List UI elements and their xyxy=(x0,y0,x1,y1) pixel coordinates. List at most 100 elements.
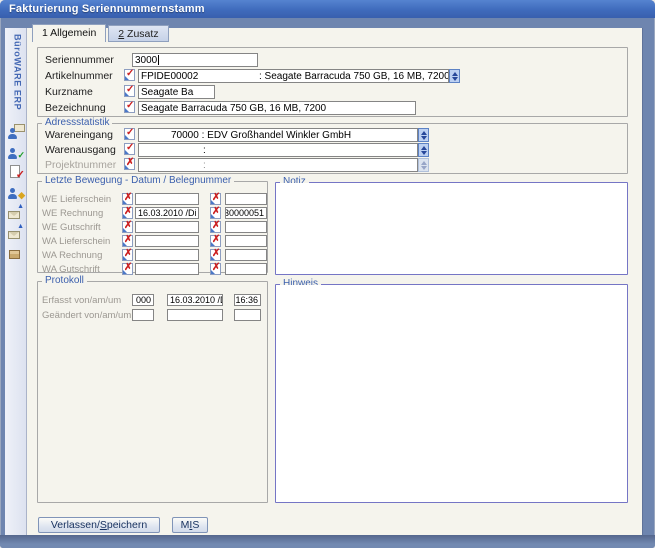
spin-up-icon xyxy=(451,71,458,76)
bezeichnung-input[interactable]: Seagate Barracuda 750 GB, 16 MB, 7200 xyxy=(138,101,416,115)
bewegung-date-field[interactable]: 16.03.2010 /Di xyxy=(135,207,199,219)
app-sidebar: BüroWARE ERP ✓ ✓ ◆ ▲ ▲ xyxy=(5,28,27,535)
kurzname-value: Seagate Ba xyxy=(141,86,194,98)
bewegung-beleg-cross-icon[interactable]: ✗ xyxy=(210,234,221,247)
bewegung-beleg-value: 30000051 xyxy=(225,208,264,218)
bewegung-date-cross-icon[interactable]: ✗ xyxy=(122,220,133,233)
bewegung-beleg-cross-icon[interactable]: ✗ xyxy=(210,206,221,219)
wareneingang-spinner[interactable] xyxy=(418,128,429,142)
mis-button[interactable]: MIS xyxy=(172,517,208,533)
erfasst-user-field[interactable]: 000 xyxy=(132,294,154,306)
button-label-part: M xyxy=(180,519,190,531)
cross-glyph: ✗ xyxy=(124,262,133,273)
spin-up-icon xyxy=(420,145,427,150)
package-icon[interactable] xyxy=(7,244,25,260)
check-glyph: ✓ xyxy=(126,84,135,95)
wareneingang-combo[interactable]: 70000 : EDV Großhandel Winkler GmbH xyxy=(138,128,418,142)
notiz-textarea[interactable] xyxy=(276,183,627,274)
person-shape xyxy=(8,128,18,139)
spin-down-icon xyxy=(451,76,458,81)
bewegung-date-cross-icon[interactable]: ✗ xyxy=(122,262,133,275)
bewegung-beleg-cross-icon[interactable]: ✗ xyxy=(210,192,221,205)
seriennummer-input[interactable]: 3000 xyxy=(132,53,258,67)
erfasst-label: Erfasst von/am/um xyxy=(42,295,122,306)
window-titlebar[interactable]: Fakturierung Seriennummernstamm xyxy=(0,0,655,18)
tab-allgemein[interactable]: 1 Allgemein xyxy=(32,24,107,42)
bewegung-date-field[interactable] xyxy=(135,249,199,261)
bewegung-row-label: WA Lieferschein xyxy=(42,236,111,247)
kurzname-check-icon[interactable]: ✓ xyxy=(124,84,135,97)
task-check-icon[interactable]: ✓ xyxy=(7,164,25,181)
bewegung-beleg-field[interactable] xyxy=(225,193,267,205)
spin-down-icon xyxy=(420,150,427,155)
cross-glyph: ✗ xyxy=(124,220,133,231)
bewegung-beleg-field[interactable]: 30000051 xyxy=(225,207,267,219)
tab-bar: 1 Allgemein 2 Zusatz xyxy=(32,24,169,42)
bewegung-date-field[interactable] xyxy=(135,263,199,275)
user-check-icon[interactable]: ✓ xyxy=(7,144,25,160)
bezeichnung-check-icon[interactable]: ✓ xyxy=(124,100,135,113)
bewegung-beleg-cross-icon[interactable]: ✗ xyxy=(210,262,221,275)
bewegung-date-field[interactable] xyxy=(135,221,199,233)
window-bottom-frame xyxy=(0,535,655,548)
artikelnummer-label: Artikelnummer xyxy=(45,70,113,82)
verlassen-speichern-button[interactable]: Verlassen/Speichern xyxy=(38,517,160,533)
projektnummer-value: : xyxy=(203,159,206,171)
seriennummer-label: Seriennummer xyxy=(45,54,114,66)
user-package-icon[interactable]: ◆ xyxy=(7,184,25,200)
bewegung-beleg-field[interactable] xyxy=(225,263,267,275)
bewegung-date-cross-icon[interactable]: ✗ xyxy=(122,234,133,247)
bewegung-beleg-field[interactable] xyxy=(225,249,267,261)
check-glyph: ✓ xyxy=(126,142,135,153)
geaendert-user-field[interactable] xyxy=(132,309,154,321)
erfasst-time-value: 16:36 xyxy=(235,295,258,305)
projektnummer-cross-icon[interactable]: ✗ xyxy=(124,157,135,170)
contact-card-icon[interactable] xyxy=(7,124,25,140)
check-glyph: ✓ xyxy=(126,68,135,79)
projektnummer-label: Projektnummer xyxy=(45,159,117,171)
bewegung-beleg-cross-icon[interactable]: ✗ xyxy=(210,220,221,233)
hinweis-groupbox: Hinweis xyxy=(275,278,628,503)
warenausgang-spinner[interactable] xyxy=(418,143,429,157)
bewegung-beleg-cross-icon[interactable]: ✗ xyxy=(210,248,221,261)
button-label-key: S xyxy=(99,519,107,531)
bewegung-date-cross-icon[interactable]: ✗ xyxy=(122,248,133,261)
erfasst-date-value: 16.03.2010 /Di xyxy=(170,295,223,305)
bewegung-date-cross-icon[interactable]: ✗ xyxy=(122,206,133,219)
bewegung-beleg-field[interactable] xyxy=(225,221,267,233)
cross-glyph: ✗ xyxy=(124,234,133,245)
geaendert-date-field[interactable] xyxy=(167,309,223,321)
bewegung-date-cross-icon[interactable]: ✗ xyxy=(122,192,133,205)
mail-receive-icon[interactable]: ▲ xyxy=(7,223,25,240)
person-shape xyxy=(8,188,18,199)
geaendert-time-field[interactable] xyxy=(234,309,261,321)
warenausgang-combo[interactable]: : xyxy=(138,143,418,157)
button-label-part: Verlassen/ xyxy=(50,519,100,531)
bewegung-beleg-field[interactable] xyxy=(225,235,267,247)
bewegung-date-value: 16.03.2010 /Di xyxy=(138,208,197,218)
warenausgang-check-icon[interactable]: ✓ xyxy=(124,142,135,155)
warenausgang-value: : xyxy=(203,144,206,156)
cross-glyph: ✗ xyxy=(124,192,133,203)
kurzname-input[interactable]: Seagate Ba xyxy=(138,85,215,99)
artikelnummer-spinner[interactable] xyxy=(449,69,460,83)
mail-send-icon[interactable]: ▲ xyxy=(7,203,25,220)
tab-zusatz-label: Zusatz xyxy=(124,28,159,40)
projektnummer-combo: : xyxy=(138,158,418,172)
erfasst-time-field[interactable]: 16:36 xyxy=(234,294,261,306)
cross-glyph: ✗ xyxy=(212,206,221,217)
hinweis-textarea[interactable] xyxy=(276,285,627,502)
artikelnummer-combo[interactable]: FPIDE00002 : Seagate Barracuda 750 GB, 1… xyxy=(138,69,449,83)
bewegung-row-label: WE Gutschrift xyxy=(42,222,101,233)
text-caret xyxy=(158,55,160,65)
warenausgang-label: Warenausgang xyxy=(45,144,116,156)
tab-zusatz[interactable]: 2 Zusatz xyxy=(108,25,169,42)
wareneingang-check-icon[interactable]: ✓ xyxy=(124,127,135,140)
spin-up-icon xyxy=(420,130,427,135)
artikelnummer-check-icon[interactable]: ✓ xyxy=(124,68,135,81)
red-check-glyph: ✓ xyxy=(15,169,25,181)
bewegung-date-field[interactable] xyxy=(135,235,199,247)
kurzname-label: Kurzname xyxy=(45,86,93,98)
erfasst-date-field[interactable]: 16.03.2010 /Di xyxy=(167,294,223,306)
bewegung-date-field[interactable] xyxy=(135,193,199,205)
